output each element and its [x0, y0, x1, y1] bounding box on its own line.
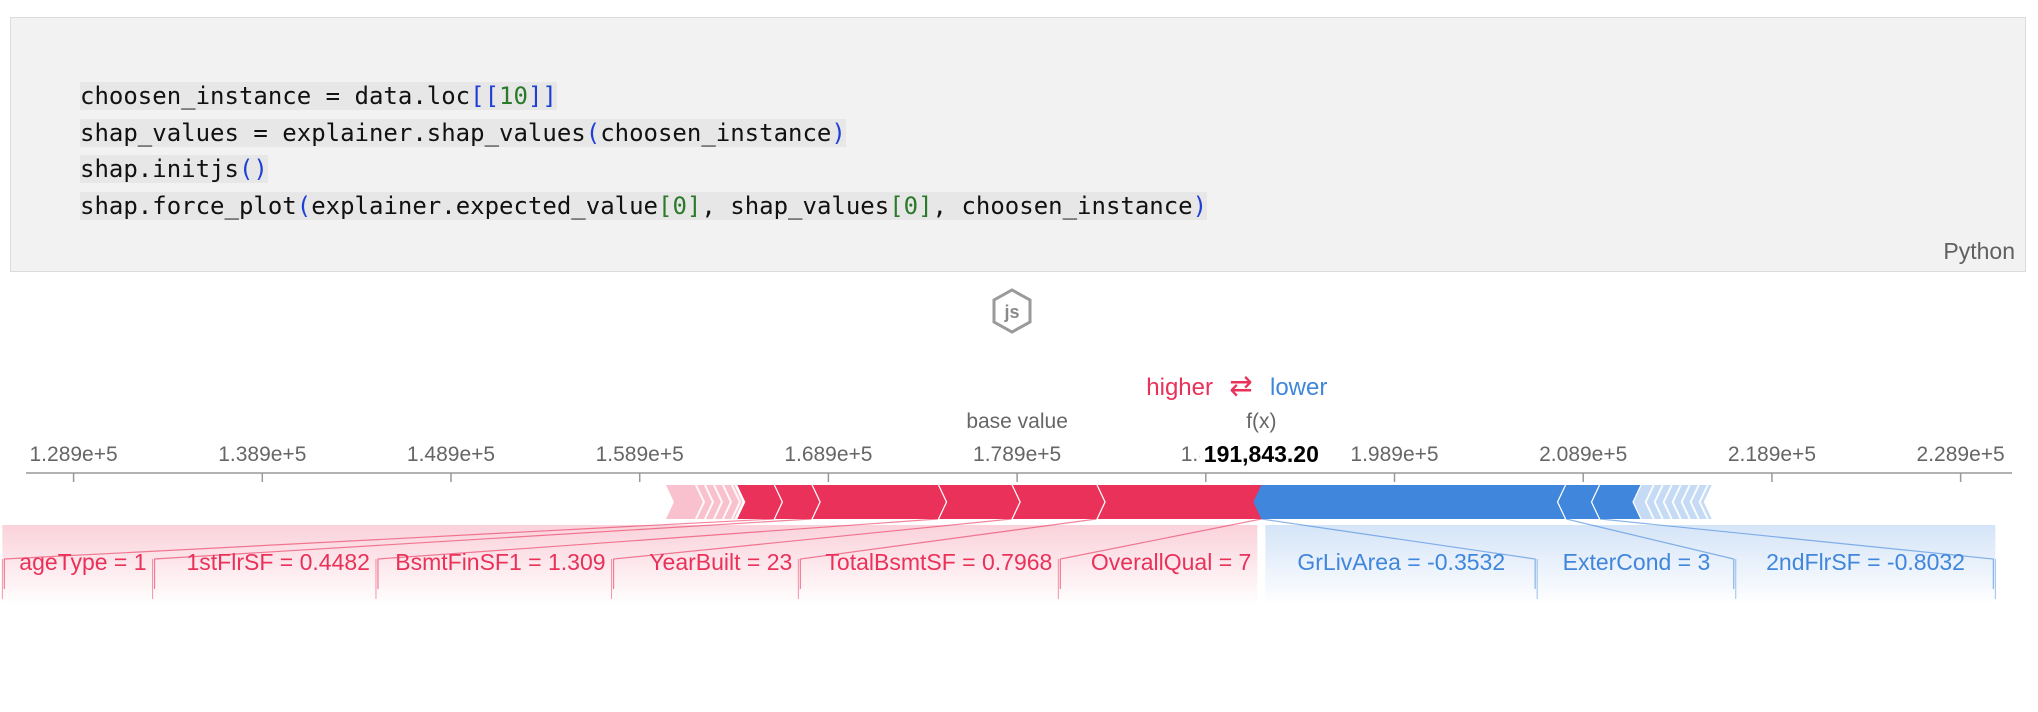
positive-feature-label: BsmtFinSF1 = 1.309	[395, 549, 605, 575]
axis-tick-label: 1.789e+5	[973, 443, 1061, 466]
code-editor[interactable]: choosen_instance = data.loc[[10]] shap_va…	[80, 78, 1208, 225]
code-token: [	[889, 191, 904, 220]
code-token: ]	[918, 191, 933, 220]
axis-tick-label: 1.989e+5	[1350, 443, 1438, 466]
positive-feature-label: 1stFlrSF = 0.4482	[187, 549, 370, 575]
feature-labels: OverallQual = 7 TotalBsmtSF = 0.7968 YearB…	[19, 549, 1965, 575]
positive-force-bar	[937, 485, 1020, 519]
code-token: explainer.expected_value	[311, 191, 658, 220]
positive-feature-label: TotalBsmtSF = 0.7968	[825, 549, 1052, 575]
axis-tick-label: 2.289e+5	[1917, 443, 2005, 466]
code-line: choosen_instance = data.loc[[10]]	[80, 78, 1207, 115]
code-cell[interactable]: choosen_instance = data.loc[[10]] shap_va…	[10, 17, 2026, 272]
negative-feature-label: 2ndFlrSF = -0.8032	[1766, 549, 1965, 575]
code-token: ]	[686, 191, 702, 220]
js-badge-label: js	[1003, 302, 1019, 322]
force-plot-legend: higher ⇄ lower	[1146, 370, 1327, 401]
force-bars	[665, 484, 1712, 520]
legend-lower-label: lower	[1270, 374, 1327, 401]
axis-tick-label: 1.589e+5	[596, 443, 684, 466]
negative-feature-label: GrLivArea = -0.3532	[1297, 549, 1505, 575]
axis-tick-label: 1.389e+5	[218, 443, 306, 466]
negative-feature-label: ExterCond = 3	[1563, 549, 1711, 575]
code-token: , shap_values	[701, 191, 890, 220]
positive-force-bar	[811, 485, 946, 519]
code-line: shap.force_plot(explainer.expected_value…	[80, 188, 1208, 225]
positive-force-bar	[1011, 485, 1105, 519]
code-token: [[	[470, 82, 500, 110]
axis-tick-label: 2.089e+5	[1539, 443, 1627, 466]
code-token: (	[585, 118, 601, 147]
positive-feature-label: ageType = 1	[19, 549, 146, 575]
axis-ticks: 1.289e+5 1.389e+5 1.489e+5 1.589e+5 1.689e+5…	[30, 443, 2005, 482]
axis-tick-label: 1.489e+5	[407, 443, 495, 466]
code-token: 0	[903, 191, 919, 220]
base-value-label: base value	[966, 410, 1068, 433]
code-line: shap_values = explainer.shap_values(choo…	[80, 115, 1207, 152]
code-token: ]]	[527, 82, 557, 110]
axis-tick-label: 1.689e+5	[784, 443, 872, 466]
code-token: shap.initjs	[80, 155, 239, 183]
code-token: , choosen_instance	[932, 191, 1193, 220]
code-token: )	[1192, 191, 1208, 220]
positive-force-bar	[1096, 485, 1270, 519]
code-token: (	[296, 191, 312, 220]
positive-feature-label: OverallQual = 7	[1091, 549, 1251, 575]
fx-label: f(x)	[1246, 410, 1276, 433]
axis-tick-label: 2.189e+5	[1728, 443, 1816, 466]
legend-arrows-icon: ⇄	[1229, 370, 1252, 401]
positive-feature-label: YearBuilt = 23	[649, 549, 792, 575]
negative-force-bar	[1253, 485, 1567, 519]
code-token: 0	[672, 191, 687, 220]
code-token: shap.force_plot	[80, 191, 297, 220]
code-line: shap.initjs()	[80, 151, 1207, 188]
code-token: 10	[499, 82, 528, 110]
code-token: choosen_instance	[600, 118, 832, 147]
output-value: 191,843.20	[1204, 441, 1319, 467]
code-token: [	[657, 191, 673, 220]
code-token: choosen_instance = data.loc	[80, 82, 471, 110]
code-token: shap_values = explainer.shap_values	[80, 118, 586, 147]
force-plot: higher ⇄ lower base value f(x) 1.289e+5 1…	[1, 370, 2012, 605]
code-token: ()	[238, 155, 268, 183]
axis-tick-label: 1.289e+5	[30, 443, 118, 466]
legend-higher-label: higher	[1146, 374, 1213, 401]
language-label[interactable]: Python	[1943, 238, 2015, 265]
code-token: )	[831, 118, 846, 147]
js-hexagon-icon: js	[992, 288, 1032, 334]
